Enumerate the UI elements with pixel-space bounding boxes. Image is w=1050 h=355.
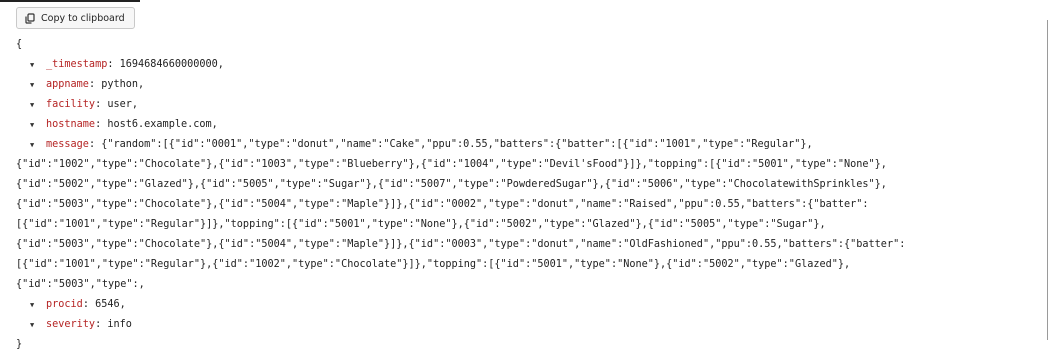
json-field-message: ▼ message: {"random":[{"id":"0001","type… <box>16 135 1040 295</box>
collapse-caret-icon[interactable]: ▼ <box>30 295 46 315</box>
message-line-6: {"id":"5003","type":"Chocolate"},{"id":"… <box>16 239 906 250</box>
json-field-facility: ▼ facility: user, <box>16 95 1040 115</box>
json-field-severity: ▼ severity: info <box>16 315 1040 335</box>
json-field-procid: ▼ procid: 6546, <box>16 295 1040 315</box>
json-key: appname <box>46 79 89 90</box>
message-line-8: {"id":"5003","type":, <box>16 279 145 290</box>
right-divider <box>1047 20 1048 340</box>
json-value: host6.example.com, <box>107 119 218 130</box>
message-line-1: {"random":[{"id":"0001","type":"donut","… <box>101 139 813 150</box>
json-key: facility <box>46 99 96 110</box>
message-line-2: {"id":"1002","type":"Chocolate"},{"id":"… <box>16 159 887 170</box>
json-key: hostname <box>46 119 96 130</box>
json-field-timestamp: ▼ _timestamp: 1694684660000000, <box>16 55 1040 75</box>
json-close-brace: } <box>16 339 23 350</box>
collapse-caret-icon[interactable]: ▼ <box>30 95 46 115</box>
json-open-brace: { <box>16 39 23 50</box>
json-value: 6546, <box>95 299 126 310</box>
collapse-caret-icon[interactable]: ▼ <box>30 135 46 155</box>
json-value: info <box>107 319 132 330</box>
json-key: message <box>46 139 89 150</box>
json-key: severity <box>46 319 96 330</box>
top-divider <box>0 0 140 2</box>
collapse-caret-icon[interactable]: ▼ <box>30 315 46 335</box>
json-viewer: { ▼ _timestamp: 1694684660000000, ▼ appn… <box>16 35 1040 355</box>
collapse-caret-icon[interactable]: ▼ <box>30 55 46 75</box>
message-line-4: {"id":"5003","type":"Chocolate"},{"id":"… <box>16 199 869 210</box>
json-field-hostname: ▼ hostname: host6.example.com, <box>16 115 1040 135</box>
message-line-5: [{"id":"1001","type":"Regular"}]},"toppi… <box>16 219 826 230</box>
copy-to-clipboard-button[interactable]: Copy to clipboard <box>16 7 135 29</box>
json-key: _timestamp <box>46 59 108 70</box>
copy-button-label: Copy to clipboard <box>41 12 125 24</box>
collapse-caret-icon[interactable]: ▼ <box>30 75 46 95</box>
message-line-7: [{"id":"1001","type":"Regular"},{"id":"1… <box>16 259 851 270</box>
json-key: procid <box>46 299 83 310</box>
message-line-3: {"id":"5002","type":"Glazed"},{"id":"500… <box>16 179 887 190</box>
json-value: 1694684660000000, <box>119 59 224 70</box>
json-value: user, <box>107 99 139 110</box>
json-field-appname: ▼ appname: python, <box>16 75 1040 95</box>
json-value: python, <box>101 79 145 90</box>
copy-icon <box>25 12 35 24</box>
collapse-caret-icon[interactable]: ▼ <box>30 115 46 135</box>
